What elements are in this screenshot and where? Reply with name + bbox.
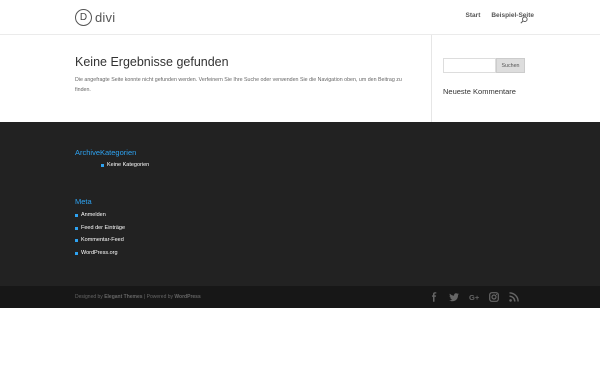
powered-by-text: | Powered by — [142, 294, 175, 300]
facebook-icon[interactable] — [429, 292, 439, 302]
meta-list: Anmelden Feed der Einträge Kommentar-Fee… — [75, 209, 125, 260]
sidebar: Suchen Neueste Kommentare — [443, 58, 525, 96]
meta-title: Meta — [75, 197, 92, 206]
instagram-icon[interactable] — [489, 292, 499, 302]
logo-mark: D — [75, 8, 92, 26]
site-logo[interactable]: D divi — [75, 7, 115, 27]
footer-widgets: ArchiveKategorien Keine Kategorien Meta … — [0, 122, 600, 286]
twitter-icon[interactable] — [449, 292, 459, 302]
footer-bottom-bar: Designed by Elegant Themes | Powered by … — [0, 286, 600, 308]
recent-comments-title: Neueste Kommentare — [443, 87, 516, 96]
designed-by-text: Designed by — [75, 294, 105, 300]
archive-categories-title: ArchiveKategorien — [75, 148, 137, 157]
meta-link-comments-feed[interactable]: Kommentar-Feed — [75, 234, 125, 247]
main-content-area: Keine Ergebnisse gefunden Die angefragte… — [0, 35, 600, 122]
meta-link-login[interactable]: Anmelden — [75, 209, 125, 222]
search-form: Suchen — [443, 58, 525, 73]
search-input[interactable] — [443, 58, 496, 73]
social-icons: G+ — [429, 292, 519, 302]
search-button[interactable]: Suchen — [496, 58, 525, 73]
list-item: Keine Kategorien — [101, 159, 149, 172]
meta-link-entries-feed[interactable]: Feed der Einträge — [75, 222, 125, 235]
google-plus-icon[interactable]: G+ — [469, 292, 479, 302]
meta-link-wordpress-org[interactable]: WordPress.org — [75, 247, 125, 260]
elegant-themes-link[interactable]: Elegant Themes — [104, 294, 142, 300]
page-title: Keine Ergebnisse gefunden — [75, 55, 229, 69]
footer-credits: Designed by Elegant Themes | Powered by … — [75, 294, 201, 300]
rss-icon[interactable] — [509, 292, 519, 302]
site-header: D divi Start Beispiel-Seite — [0, 0, 600, 34]
logo-text: divi — [95, 9, 116, 25]
page-description: Die angefragte Seite konnte nicht gefund… — [75, 77, 402, 93]
nav-item-start[interactable]: Start — [466, 12, 481, 19]
svg-text:G+: G+ — [469, 293, 479, 302]
content: Keine Ergebnisse gefunden Die angefragte… — [75, 55, 415, 95]
category-list: Keine Kategorien — [101, 159, 149, 172]
search-icon[interactable] — [520, 11, 528, 24]
sidebar-divider — [431, 35, 432, 122]
wordpress-link[interactable]: WordPress — [174, 294, 200, 300]
